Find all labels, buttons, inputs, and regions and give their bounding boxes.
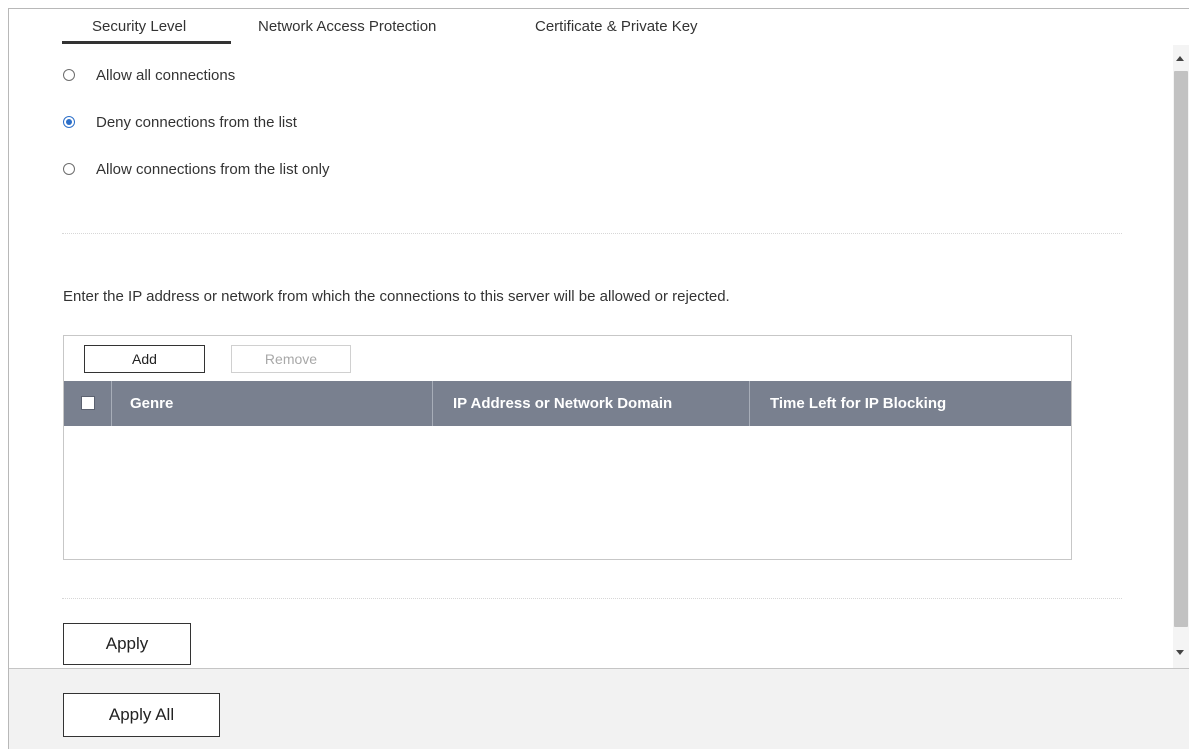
tab-network-access-protection[interactable]: Network Access Protection [258,18,436,35]
scroll-up-arrow-icon[interactable] [1176,56,1184,61]
radio-deny-list[interactable]: Deny connections from the list [63,111,297,133]
radio-button-selected-icon[interactable] [63,116,75,128]
scroll-down-arrow-icon[interactable] [1176,650,1184,655]
tab-security-level[interactable]: Security Level [92,18,186,35]
add-button[interactable]: Add [84,345,205,373]
footer-bar: Apply All [9,668,1189,749]
active-tab-indicator [62,41,231,44]
list-description: Enter the IP address or network from whi… [63,288,730,305]
radio-allow-list-only[interactable]: Allow connections from the list only [63,158,329,180]
radio-allow-all[interactable]: Allow all connections [63,64,235,86]
radio-button-icon[interactable] [63,163,75,175]
section-divider [62,233,1122,234]
apply-all-button[interactable]: Apply All [63,693,220,737]
table-header: Genre IP Address or Network Domain Time … [64,381,1071,426]
radio-label: Allow connections from the list only [96,160,330,178]
vertical-scrollbar[interactable] [1173,45,1189,668]
column-header-genre[interactable]: Genre [130,395,173,412]
tab-certificate-private-key[interactable]: Certificate & Private Key [535,18,698,35]
radio-button-icon[interactable] [63,69,75,81]
section-divider [62,598,1122,599]
apply-button[interactable]: Apply [63,623,191,665]
select-all-checkbox[interactable] [81,396,95,410]
column-header-ip-address[interactable]: IP Address or Network Domain [453,395,672,412]
column-header-time-left[interactable]: Time Left for IP Blocking [770,395,946,412]
column-separator [749,381,750,426]
scrollbar-thumb[interactable] [1174,71,1188,627]
column-separator [432,381,433,426]
radio-label: Deny connections from the list [96,113,297,131]
column-separator [111,381,112,426]
radio-label: Allow all connections [96,66,236,84]
remove-button[interactable]: Remove [231,345,351,373]
ip-list-panel: Add Remove Genre IP Address or Network D… [63,335,1072,560]
